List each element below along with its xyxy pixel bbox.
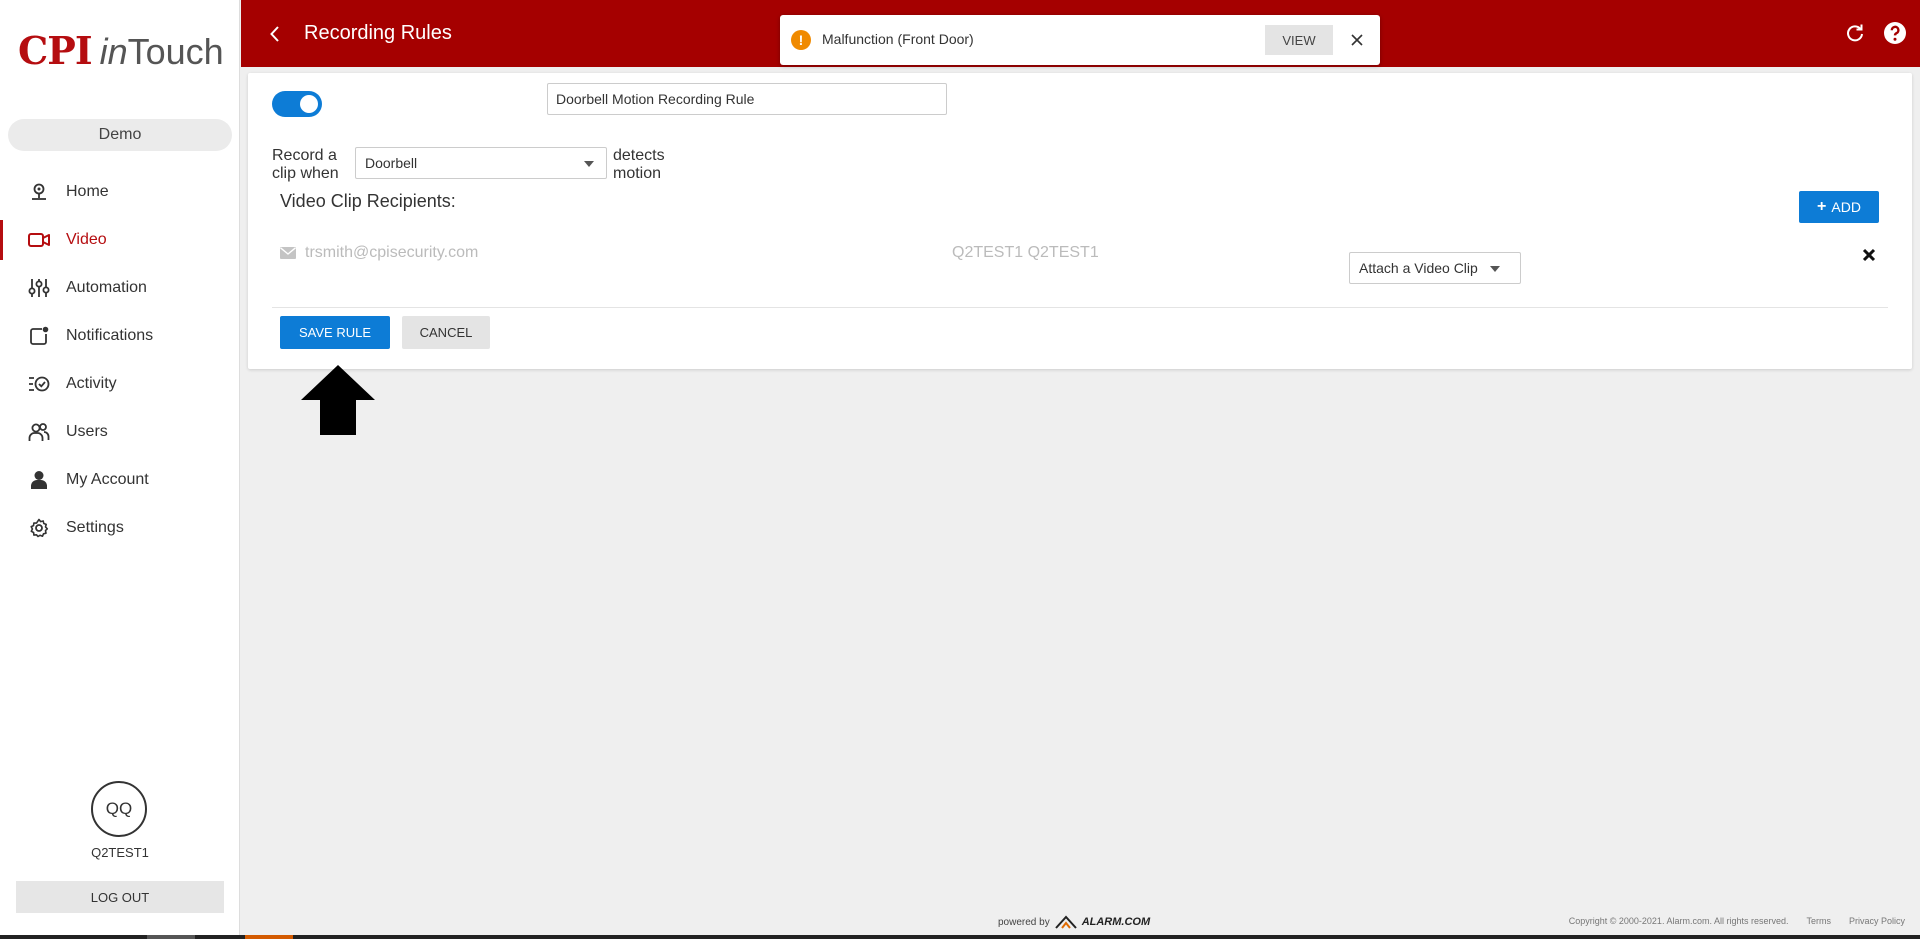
toast-message: Malfunction (Front Door)	[822, 31, 974, 47]
recording-rule-card: Record a clip when Doorbell detects moti…	[248, 73, 1912, 369]
recipients-title: Video Clip Recipients:	[280, 191, 456, 211]
sidebar-item-label: My Account	[66, 471, 149, 488]
recipient-action-select[interactable]: Attach a Video Clip	[1349, 252, 1521, 284]
sidebar-nav: Home Video Automation Notifications Acti…	[0, 168, 240, 552]
cancel-button[interactable]: CANCEL	[402, 316, 490, 349]
alarm-com-logo-icon	[1054, 915, 1077, 929]
rule-enabled-toggle[interactable]	[272, 91, 322, 117]
recipient-action-value: Attach a Video Clip	[1359, 260, 1478, 276]
remove-recipient-button[interactable]	[1860, 246, 1878, 264]
taskbar-segment-active	[245, 935, 293, 939]
user-name: Q2TEST1	[91, 845, 149, 860]
logo-cpi-text: CPI	[18, 28, 93, 73]
device-select[interactable]: Doorbell	[355, 147, 607, 179]
warning-icon: !	[791, 30, 811, 50]
notification-icon	[28, 325, 50, 347]
sidebar-item-label: Automation	[66, 279, 147, 296]
add-recipient-button[interactable]: + ADD	[1799, 191, 1879, 223]
recipient-email: trsmith@cpisecurity.com	[305, 244, 479, 261]
taskbar-segment	[147, 935, 195, 939]
video-camera-icon	[28, 229, 50, 251]
users-icon	[28, 421, 50, 443]
sidebar-item-label: Activity	[66, 375, 117, 392]
sidebar-item-home[interactable]: Home	[0, 168, 240, 216]
toast-close-button[interactable]	[1346, 29, 1368, 51]
sidebar-item-label: Video	[66, 231, 107, 248]
sidebar-item-users[interactable]: Users	[0, 408, 240, 456]
divider	[272, 307, 1888, 308]
page-title: Recording Rules	[304, 22, 452, 44]
logout-button[interactable]: LOG OUT	[16, 881, 224, 913]
sliders-icon	[28, 277, 50, 299]
copyright-text: Copyright © 2000-2021. Alarm.com. All ri…	[1568, 916, 1789, 926]
envelope-icon	[280, 247, 296, 259]
rule-name-input[interactable]	[547, 83, 947, 115]
location-selector[interactable]: Demo	[8, 119, 232, 151]
close-icon	[1862, 248, 1876, 262]
save-rule-button[interactable]: SAVE RULE	[280, 316, 390, 349]
sidebar-item-settings[interactable]: Settings	[0, 504, 240, 552]
back-button[interactable]	[261, 20, 289, 48]
sidebar-item-label: Users	[66, 423, 108, 440]
terms-link[interactable]: Terms	[1806, 916, 1831, 926]
footer-links: Copyright © 2000-2021. Alarm.com. All ri…	[1569, 916, 1905, 926]
recipient-name: Q2TEST1 Q2TEST1	[952, 244, 1099, 261]
sidebar-item-activity[interactable]: Activity	[0, 360, 240, 408]
device-select-value: Doorbell	[365, 155, 418, 171]
refresh-button[interactable]	[1842, 20, 1868, 46]
alarm-com-brand: ALARM.COM	[1081, 916, 1151, 928]
add-button-label: ADD	[1831, 199, 1861, 215]
person-icon	[28, 469, 50, 491]
toast-view-button[interactable]: VIEW	[1265, 25, 1333, 55]
sidebar-item-label: Notifications	[66, 327, 154, 344]
alert-toast: ! Malfunction (Front Door) VIEW	[780, 15, 1380, 65]
gear-icon	[28, 517, 50, 539]
logo-touch-text: Touch	[127, 31, 224, 72]
caret-down-icon	[584, 161, 594, 167]
bottom-strip	[0, 935, 1920, 939]
record-suffix-label: detects motion	[613, 147, 665, 182]
powered-by-label: powered by	[998, 916, 1050, 928]
refresh-icon	[1847, 24, 1863, 42]
sidebar-item-label: Settings	[66, 519, 124, 536]
sidebar-item-video[interactable]: Video	[0, 216, 240, 264]
sidebar-item-automation[interactable]: Automation	[0, 264, 240, 312]
sidebar-item-notifications[interactable]: Notifications	[0, 312, 240, 360]
powered-by: powered by ALARM.COM	[998, 914, 1150, 930]
sidebar-item-label: Home	[66, 183, 109, 200]
caret-down-icon	[1490, 266, 1500, 272]
recipient-row: trsmith@cpisecurity.com Q2TEST1 Q2TEST1 …	[248, 238, 1912, 288]
avatar[interactable]: QQ	[91, 781, 147, 837]
help-button[interactable]	[1882, 20, 1908, 46]
record-prefix-label: Record a clip when	[272, 147, 339, 182]
plus-icon: +	[1817, 198, 1827, 215]
close-icon	[1351, 34, 1363, 46]
logo-in-text: in	[99, 31, 128, 72]
chevron-left-icon	[270, 26, 279, 42]
sidebar-item-my-account[interactable]: My Account	[0, 456, 240, 504]
home-pin-icon	[28, 181, 50, 203]
help-icon	[1884, 22, 1906, 44]
up-arrow-icon	[301, 365, 375, 435]
cpi-intouch-logo: CPI in Touch	[18, 28, 224, 73]
sidebar: CPI in Touch Demo Home Video Automation	[0, 0, 240, 939]
privacy-link[interactable]: Privacy Policy	[1849, 916, 1905, 926]
activity-icon	[28, 373, 50, 395]
